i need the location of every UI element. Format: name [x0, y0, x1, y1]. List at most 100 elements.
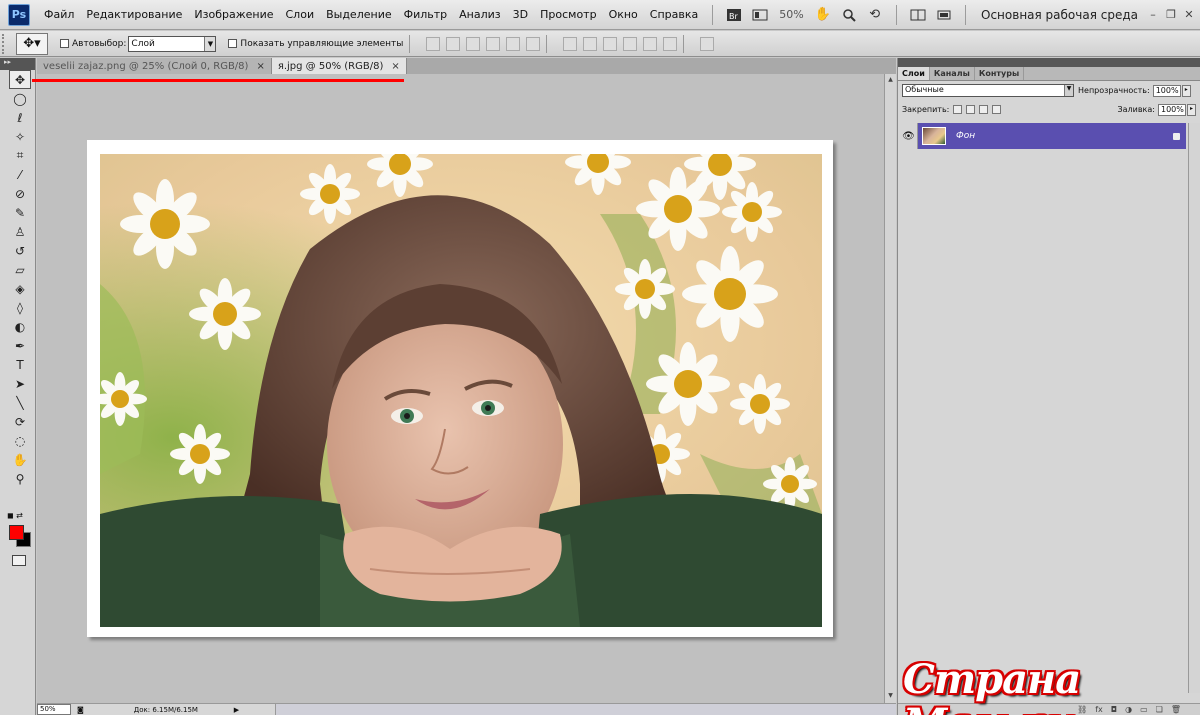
eraser-tool-icon[interactable]: ▱	[9, 260, 31, 279]
brush-tool-icon[interactable]: ✎	[9, 203, 31, 222]
menu-file[interactable]: Файл	[38, 8, 80, 21]
restore-icon[interactable]: ❐	[1164, 8, 1178, 21]
marquee-tool-icon[interactable]: ◯	[9, 89, 31, 108]
layers-scrollbar[interactable]	[1188, 123, 1200, 693]
document-tab[interactable]: veselii zajaz.png @ 25% (Слой 0, RGB/8) …	[37, 58, 272, 74]
status-menu-arrow-icon[interactable]: ▶	[234, 706, 239, 714]
photoshop-logo[interactable]: Ps	[8, 3, 30, 26]
menu-select[interactable]: Выделение	[320, 8, 398, 21]
eyedropper-tool-icon[interactable]: ⁄	[9, 165, 31, 184]
screen-mode-icon[interactable]	[934, 6, 954, 24]
zoom-tool-icon[interactable]: ⚲	[9, 469, 31, 488]
fill-label: Заливка:	[1117, 105, 1156, 114]
paint-bucket-tool-icon[interactable]: ◈	[9, 279, 31, 298]
portrait-photo[interactable]	[100, 154, 822, 627]
type-tool-icon[interactable]: T	[9, 355, 31, 374]
zoom-level-dropdown[interactable]: 50%	[779, 8, 803, 21]
autoselect-checkbox[interactable]	[60, 39, 69, 48]
distribute-bottom-icon[interactable]	[603, 36, 618, 51]
lock-pixels-icon[interactable]	[966, 105, 976, 114]
crop-tool-icon[interactable]: ⌗	[9, 146, 31, 165]
3d-orbit-tool-icon[interactable]: ◌	[9, 431, 31, 450]
tab-paths[interactable]: Контуры	[975, 67, 1025, 80]
menu-image[interactable]: Изображение	[188, 8, 279, 21]
status-preview-icon[interactable]: ◙	[77, 706, 84, 714]
align-hcenter-icon[interactable]	[506, 36, 521, 51]
quick-selection-tool-icon[interactable]: ✧	[9, 127, 31, 146]
show-transform-controls-label: Показать управляющие элементы	[240, 38, 404, 49]
close-tab-icon[interactable]: ×	[256, 61, 264, 72]
minimize-icon[interactable]: –	[1146, 8, 1160, 21]
distribute-top-icon[interactable]	[563, 36, 578, 51]
3d-rotate-tool-icon[interactable]: ⟳	[9, 412, 31, 431]
options-grip[interactable]	[2, 33, 10, 54]
menu-analysis[interactable]: Анализ	[453, 8, 507, 21]
lock-all-icon[interactable]	[992, 105, 1002, 114]
distribute-vcenter-icon[interactable]	[583, 36, 598, 51]
panel-header[interactable]	[898, 58, 1200, 67]
align-right-icon[interactable]	[526, 36, 541, 51]
line-tool-icon[interactable]: ╲	[9, 393, 31, 412]
menu-view[interactable]: Просмотр	[534, 8, 602, 21]
healing-brush-tool-icon[interactable]: ⊘	[9, 184, 31, 203]
menu-3d[interactable]: 3D	[507, 8, 534, 21]
menu-filter[interactable]: Фильтр	[398, 8, 454, 21]
opacity-slider-icon[interactable]: ▸	[1181, 84, 1191, 97]
menu-help[interactable]: Справка	[644, 8, 704, 21]
blend-mode-select[interactable]: Обычные ▼	[902, 84, 1074, 97]
fill-field[interactable]: 100%	[1158, 103, 1186, 116]
scroll-down-icon[interactable]: ▼	[886, 692, 895, 701]
lock-row: Закрепить: Заливка: 100% ▸	[898, 100, 1200, 119]
distribute-hcenter-icon[interactable]	[643, 36, 658, 51]
clone-stamp-tool-icon[interactable]: ♙	[9, 222, 31, 241]
hand-tool-icon[interactable]: ✋	[813, 6, 833, 24]
menu-edit[interactable]: Редактирование	[80, 8, 188, 21]
tab-channels[interactable]: Каналы	[930, 67, 975, 80]
close-icon[interactable]: ✕	[1182, 8, 1196, 21]
visibility-eye-icon[interactable]: 👁	[900, 123, 918, 149]
image-canvas[interactable]	[87, 140, 833, 637]
pen-tool-icon[interactable]: ✒	[9, 336, 31, 355]
move-tool-preset-picker[interactable]: ✥▾	[16, 32, 48, 55]
layer-item[interactable]: 👁 Фон	[900, 123, 1186, 149]
view-extras-icon[interactable]	[750, 6, 770, 24]
align-left-icon[interactable]	[486, 36, 501, 51]
align-vcenter-icon[interactable]	[446, 36, 461, 51]
move-tool-icon[interactable]: ✥	[9, 70, 31, 89]
bridge-icon[interactable]: Br	[724, 6, 744, 24]
dodge-tool-icon[interactable]: ◐	[9, 317, 31, 336]
autoselect-target-select[interactable]: Слой ▼	[128, 35, 217, 52]
close-tab-icon[interactable]: ×	[391, 61, 399, 72]
lasso-tool-icon[interactable]: ℓ	[9, 108, 31, 127]
path-selection-tool-icon[interactable]: ➤	[9, 374, 31, 393]
vertical-scrollbar[interactable]: ▲ ▼	[884, 74, 896, 703]
status-zoom-field[interactable]: 50%	[37, 704, 71, 715]
zoom-tool-icon[interactable]	[839, 6, 859, 24]
default-colors-icon[interactable]: ◼ ⇄	[7, 511, 23, 520]
align-bottom-icon[interactable]	[466, 36, 481, 51]
distribute-left-icon[interactable]	[623, 36, 638, 51]
menu-window[interactable]: Окно	[603, 8, 644, 21]
show-transform-controls-checkbox[interactable]	[228, 39, 238, 48]
tools-panel-header[interactable]: ▸▸	[0, 58, 35, 70]
quick-mask-icon[interactable]	[12, 555, 26, 566]
fill-slider-icon[interactable]: ▸	[1187, 103, 1196, 116]
lock-position-icon[interactable]	[979, 105, 989, 114]
blur-tool-icon[interactable]: ◊	[9, 298, 31, 317]
rotate-view-icon[interactable]: ⟲	[865, 6, 885, 24]
align-top-icon[interactable]	[426, 36, 441, 51]
horizontal-scrollbar[interactable]	[275, 704, 896, 715]
opacity-field[interactable]: 100%	[1152, 84, 1181, 97]
scroll-up-icon[interactable]: ▲	[886, 76, 895, 85]
lock-transparency-icon[interactable]	[953, 105, 963, 114]
document-tab-active[interactable]: я.jpg @ 50% (RGB/8) ×	[271, 58, 407, 74]
menu-layer[interactable]: Слои	[280, 8, 321, 21]
foreground-color-swatch[interactable]	[9, 525, 24, 540]
workspace-switcher[interactable]: Основная рабочая среда	[981, 8, 1138, 22]
distribute-right-icon[interactable]	[663, 36, 678, 51]
auto-align-layers-icon[interactable]	[700, 36, 715, 51]
hand-tool-icon[interactable]: ✋	[9, 450, 31, 469]
history-brush-tool-icon[interactable]: ↺	[9, 241, 31, 260]
tab-layers[interactable]: Слои	[898, 67, 930, 80]
arrange-documents-icon[interactable]	[908, 6, 928, 24]
